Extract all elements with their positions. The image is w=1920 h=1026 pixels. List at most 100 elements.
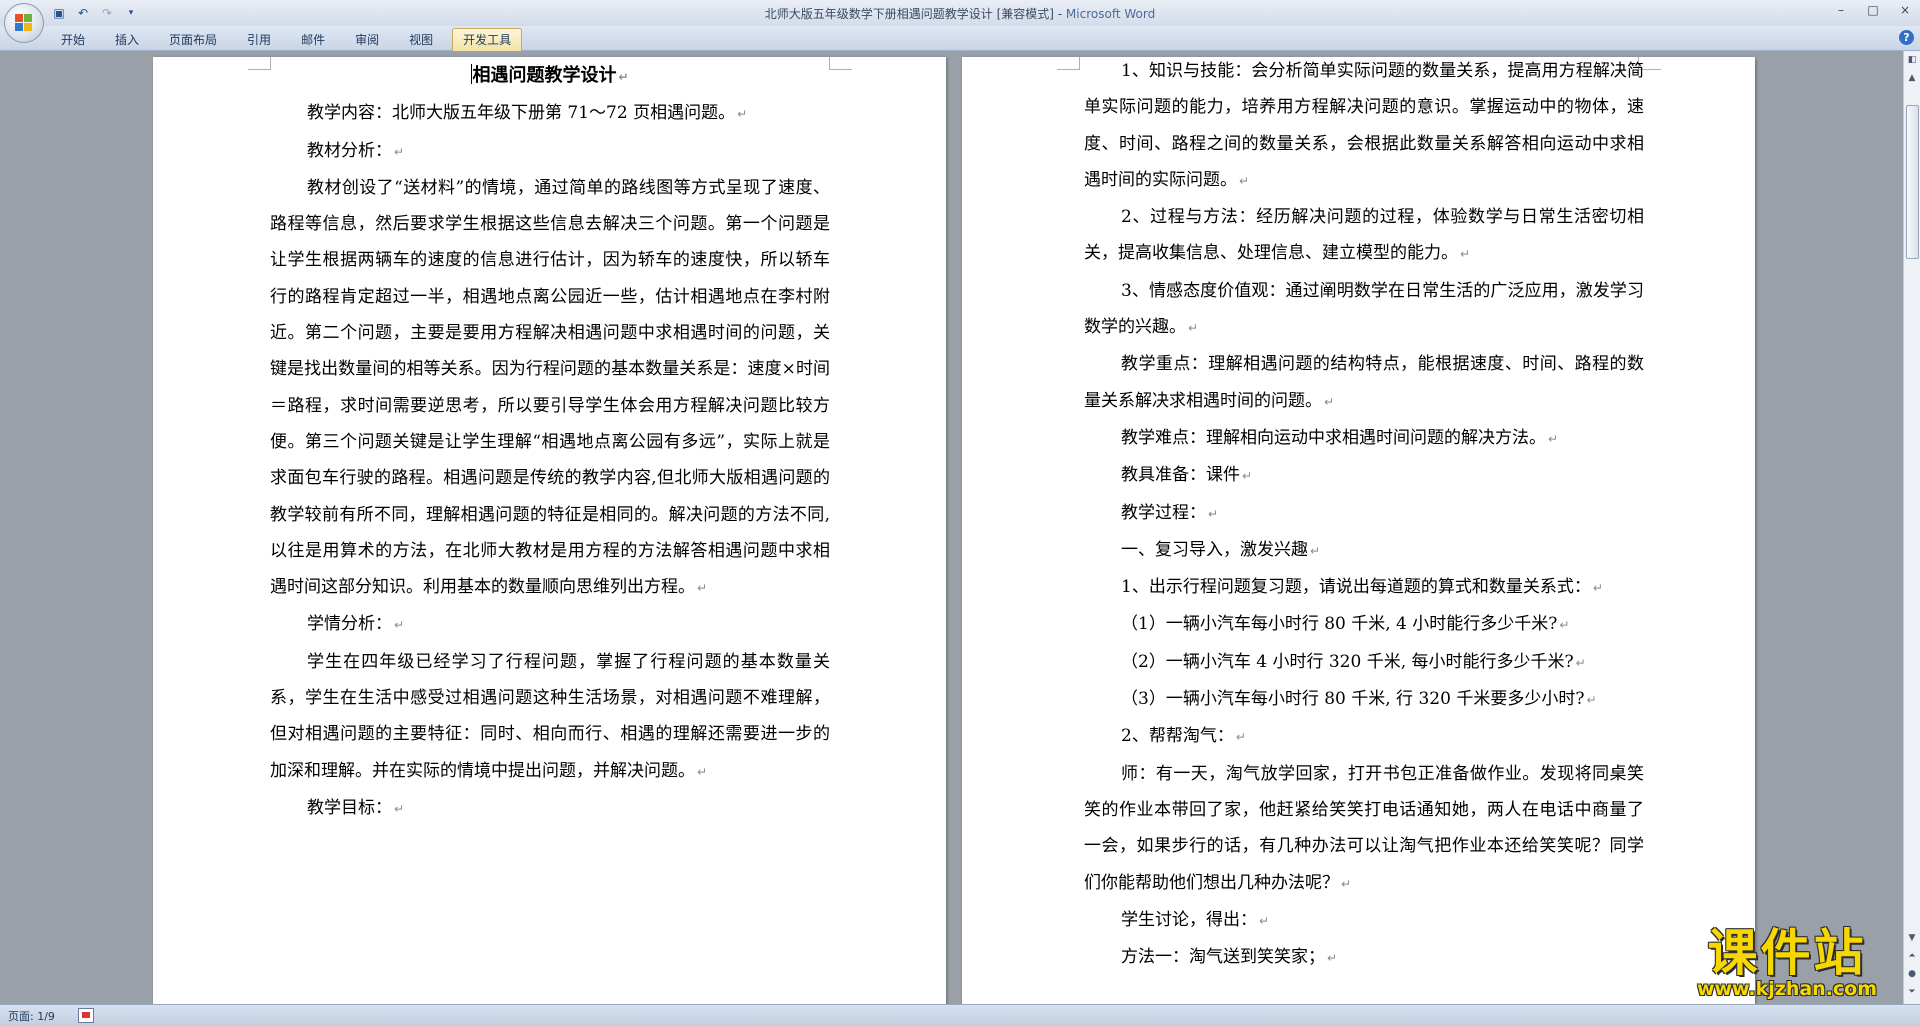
paragraph-mark: ↵ — [697, 581, 708, 596]
paragraph-text: 1、出示行程问题复习题，请说出每道题的算式和数量关系式： — [1121, 577, 1591, 598]
paragraph: 教学目标： ↵ — [270, 790, 830, 827]
paragraph: 2、过程与方法：经历解决问题的过程，体验数学与日常生活密切相关，提高收集信息、处… — [1084, 199, 1644, 273]
paragraph: 一、复习导入，激发兴趣 ↵ — [1084, 532, 1644, 569]
paragraph-mark: ↵ — [1341, 876, 1352, 891]
document-title: 北师大版五年级数学下册相遇问题教学设计 [兼容模式] - — [764, 7, 1066, 21]
paragraph-mark: ↵ — [394, 144, 405, 159]
page-1[interactable]: 相遇问题教学设计 ↵ 教学内容：北师大版五年级下册第 71～72 页相遇问题。 ↵ 教… — [153, 57, 946, 1004]
paragraph-mark: ↵ — [394, 618, 405, 633]
paragraph-text: 3、情感态度价值观：通过阐明数学在日常生活的广泛应用，激发学习数学的兴趣。 — [1084, 280, 1644, 338]
tab-developer[interactable]: 开发工具 — [452, 28, 523, 51]
watermark-logo: 课件站 www.kjzhan.com — [1672, 927, 1902, 1001]
paragraph: 师：有一天，淘气放学回家，打开书包正准备做作业。发现将同桌笑笑的作业本带回了家，… — [1084, 756, 1644, 902]
paragraph-mark: ↵ — [1460, 247, 1471, 262]
maximize-button[interactable]: □ — [1864, 3, 1882, 17]
paragraph-mark: ↵ — [1239, 173, 1250, 188]
paragraph-text: 教学过程： — [1121, 502, 1206, 523]
tab-page-layout[interactable]: 页面布局 — [158, 28, 228, 51]
paragraph: 学情分析： ↵ — [270, 606, 830, 643]
vertical-scrollbar[interactable]: ◧ ▲ ▼ ⏶ ● ⏷ — [1903, 51, 1920, 1004]
close-button[interactable]: × — [1896, 3, 1914, 17]
app-name: Microsoft Word — [1065, 7, 1156, 21]
paragraph: （2）一辆小汽车 4 小时行 320 千米, 每小时能行多少千米? ↵ — [1084, 644, 1644, 681]
minimize-button[interactable]: – — [1832, 3, 1850, 17]
paragraph-mark: ↵ — [1586, 693, 1597, 708]
previous-page-icon[interactable]: ⏶ — [1905, 949, 1919, 963]
watermark-url: www.kjzhan.com — [1696, 978, 1878, 1000]
paragraph-mark: ↵ — [1235, 730, 1246, 745]
paragraph-text: 2、过程与方法：经历解决问题的过程，体验数学与日常生活密切相关，提高收集信息、处… — [1084, 207, 1644, 264]
paragraph-mark: ↵ — [1310, 543, 1321, 558]
paragraph: 3、情感态度价值观：通过阐明数学在日常生活的广泛应用，激发学习数学的兴趣。 ↵ — [1084, 273, 1644, 347]
paragraph-mark: ↵ — [1242, 469, 1253, 484]
paragraph: （1）一辆小汽车每小时行 80 千米, 4 小时能行多少千米? ↵ — [1084, 606, 1644, 643]
proofing-icon[interactable] — [78, 1008, 94, 1023]
page-counter[interactable]: 页面: 1/9 — [8, 1008, 55, 1024]
paragraph-mark: ↵ — [1188, 321, 1199, 336]
scroll-thumb[interactable] — [1906, 105, 1919, 259]
paragraph-mark: ↵ — [697, 764, 708, 779]
paragraph-text: 教具准备：课件 — [1121, 465, 1240, 486]
paragraph-text: （2）一辆小汽车 4 小时行 320 千米, 每小时能行多少千米? — [1121, 651, 1574, 672]
document-heading: 相遇问题教学设计 ↵ — [270, 58, 830, 95]
paragraph-text: 教学内容：北师大版五年级下册第 71～72 页相遇问题。 — [307, 103, 736, 124]
paragraph: 学生在四年级已经学习了行程问题，掌握了行程问题的基本数量关系，学生在生活中感受过… — [270, 644, 830, 790]
status-bar: 页面: 1/9 — [0, 1004, 1920, 1026]
paragraph-text: （1）一辆小汽车每小时行 80 千米, 4 小时能行多少千米? — [1121, 614, 1558, 635]
window-controls: – □ × — [1832, 3, 1914, 17]
paragraph-mark: ↵ — [1327, 951, 1338, 966]
tab-home[interactable]: 开始 — [50, 28, 96, 51]
paragraph-mark: ↵ — [618, 70, 629, 84]
paragraph-text: （3）一辆小汽车每小时行 80 千米, 行 320 千米要多少小时? — [1121, 689, 1585, 710]
paragraph: 方法一：淘气送到笑笑家； ↵ — [1084, 939, 1644, 976]
browse-object-icon[interactable]: ● — [1905, 967, 1919, 981]
paragraph-mark: ↵ — [394, 801, 405, 816]
paragraph: 教具准备：课件 ↵ — [1084, 457, 1644, 494]
paragraph: 2、帮帮淘气： ↵ — [1084, 718, 1644, 755]
paragraph: 教材创设了“送材料”的情境，通过简单的路线图等方式呈现了速度、路程等信息，然后要… — [270, 170, 830, 607]
title-bar: ▣ ↶ ↷ ▾ 北师大版五年级数学下册相遇问题教学设计 [兼容模式] - Mic… — [0, 0, 1920, 43]
ribbon: 开始 插入 页面布局 引用 邮件 审阅 视图 开发工具 ? — [0, 26, 1920, 51]
ruler-toggle-icon[interactable]: ◧ — [1905, 53, 1919, 67]
paragraph-text: 学生在四年级已经学习了行程问题，掌握了行程问题的基本数量关系，学生在生活中感受过… — [270, 651, 830, 781]
tab-mailings[interactable]: 邮件 — [290, 28, 336, 51]
paragraph: 教学过程： ↵ — [1084, 495, 1644, 532]
paragraph-text: 教学目标： — [307, 797, 392, 818]
office-logo-icon — [15, 14, 33, 32]
page-1-text: 相遇问题教学设计 ↵ 教学内容：北师大版五年级下册第 71～72 页相遇问题。 ↵ 教… — [270, 58, 830, 827]
paragraph-mark: ↵ — [737, 107, 748, 122]
paragraph-text: 师：有一天，淘气放学回家，打开书包正准备做作业。发现将同桌笑笑的作业本带回了家，… — [1084, 763, 1644, 893]
paragraph: 学生讨论，得出： ↵ — [1084, 902, 1644, 939]
paragraph-mark: ↵ — [1208, 506, 1219, 521]
scroll-up-icon[interactable]: ▲ — [1905, 71, 1919, 85]
paragraph-mark: ↵ — [1548, 431, 1559, 446]
paragraph-text: 学生讨论，得出： — [1121, 909, 1257, 930]
paragraph-mark: ↵ — [1324, 394, 1335, 409]
document-workspace: 相遇问题教学设计 ↵ 教学内容：北师大版五年级下册第 71～72 页相遇问题。 ↵ 教… — [0, 51, 1904, 1004]
paragraph-text: 教材创设了“送材料”的情境，通过简单的路线图等方式呈现了速度、路程等信息，然后要… — [270, 177, 830, 598]
paragraph-mark: ↵ — [1559, 618, 1570, 633]
tab-insert[interactable]: 插入 — [104, 28, 150, 51]
ribbon-tabs: 开始 插入 页面布局 引用 邮件 审阅 视图 开发工具 — [50, 28, 530, 51]
help-icon[interactable]: ? — [1899, 30, 1914, 45]
page-2[interactable]: 1、知识与技能：会分析简单实际问题的数量关系，提高用方程解决简单实际问题的能力，… — [962, 57, 1755, 1004]
next-page-icon[interactable]: ⏷ — [1905, 985, 1919, 999]
scroll-down-icon[interactable]: ▼ — [1905, 931, 1919, 945]
paragraph-mark: ↵ — [1259, 913, 1270, 928]
paragraph-text: 方法一：淘气送到笑笑家； — [1121, 947, 1325, 968]
tab-view[interactable]: 视图 — [398, 28, 444, 51]
paragraph: 1、出示行程问题复习题，请说出每道题的算式和数量关系式： ↵ — [1084, 569, 1644, 606]
paragraph: 教学重点：理解相遇问题的结构特点，能根据速度、时间、路程的数量关系解决求相遇时间… — [1084, 346, 1644, 420]
paragraph-text: 2、帮帮淘气： — [1121, 726, 1234, 747]
paragraph: 教学难点：理解相向运动中求相遇时间问题的解决方法。 ↵ — [1084, 420, 1644, 457]
tab-review[interactable]: 审阅 — [344, 28, 390, 51]
tab-references[interactable]: 引用 — [236, 28, 282, 51]
paragraph-mark: ↵ — [1592, 581, 1603, 596]
paragraph: （3）一辆小汽车每小时行 80 千米, 行 320 千米要多少小时? ↵ — [1084, 681, 1644, 718]
paragraph: 教学内容：北师大版五年级下册第 71～72 页相遇问题。 ↵ — [270, 95, 830, 132]
page-2-text: 1、知识与技能：会分析简单实际问题的数量关系，提高用方程解决简单实际问题的能力，… — [1084, 53, 1644, 976]
office-button[interactable] — [4, 3, 44, 43]
paragraph-mark: ↵ — [1575, 655, 1586, 670]
paragraph-text: 教学重点：理解相遇问题的结构特点，能根据速度、时间、路程的数量关系解决求相遇时间… — [1084, 354, 1644, 411]
paragraph-text: 1、知识与技能：会分析简单实际问题的数量关系，提高用方程解决简单实际问题的能力，… — [1084, 61, 1644, 190]
